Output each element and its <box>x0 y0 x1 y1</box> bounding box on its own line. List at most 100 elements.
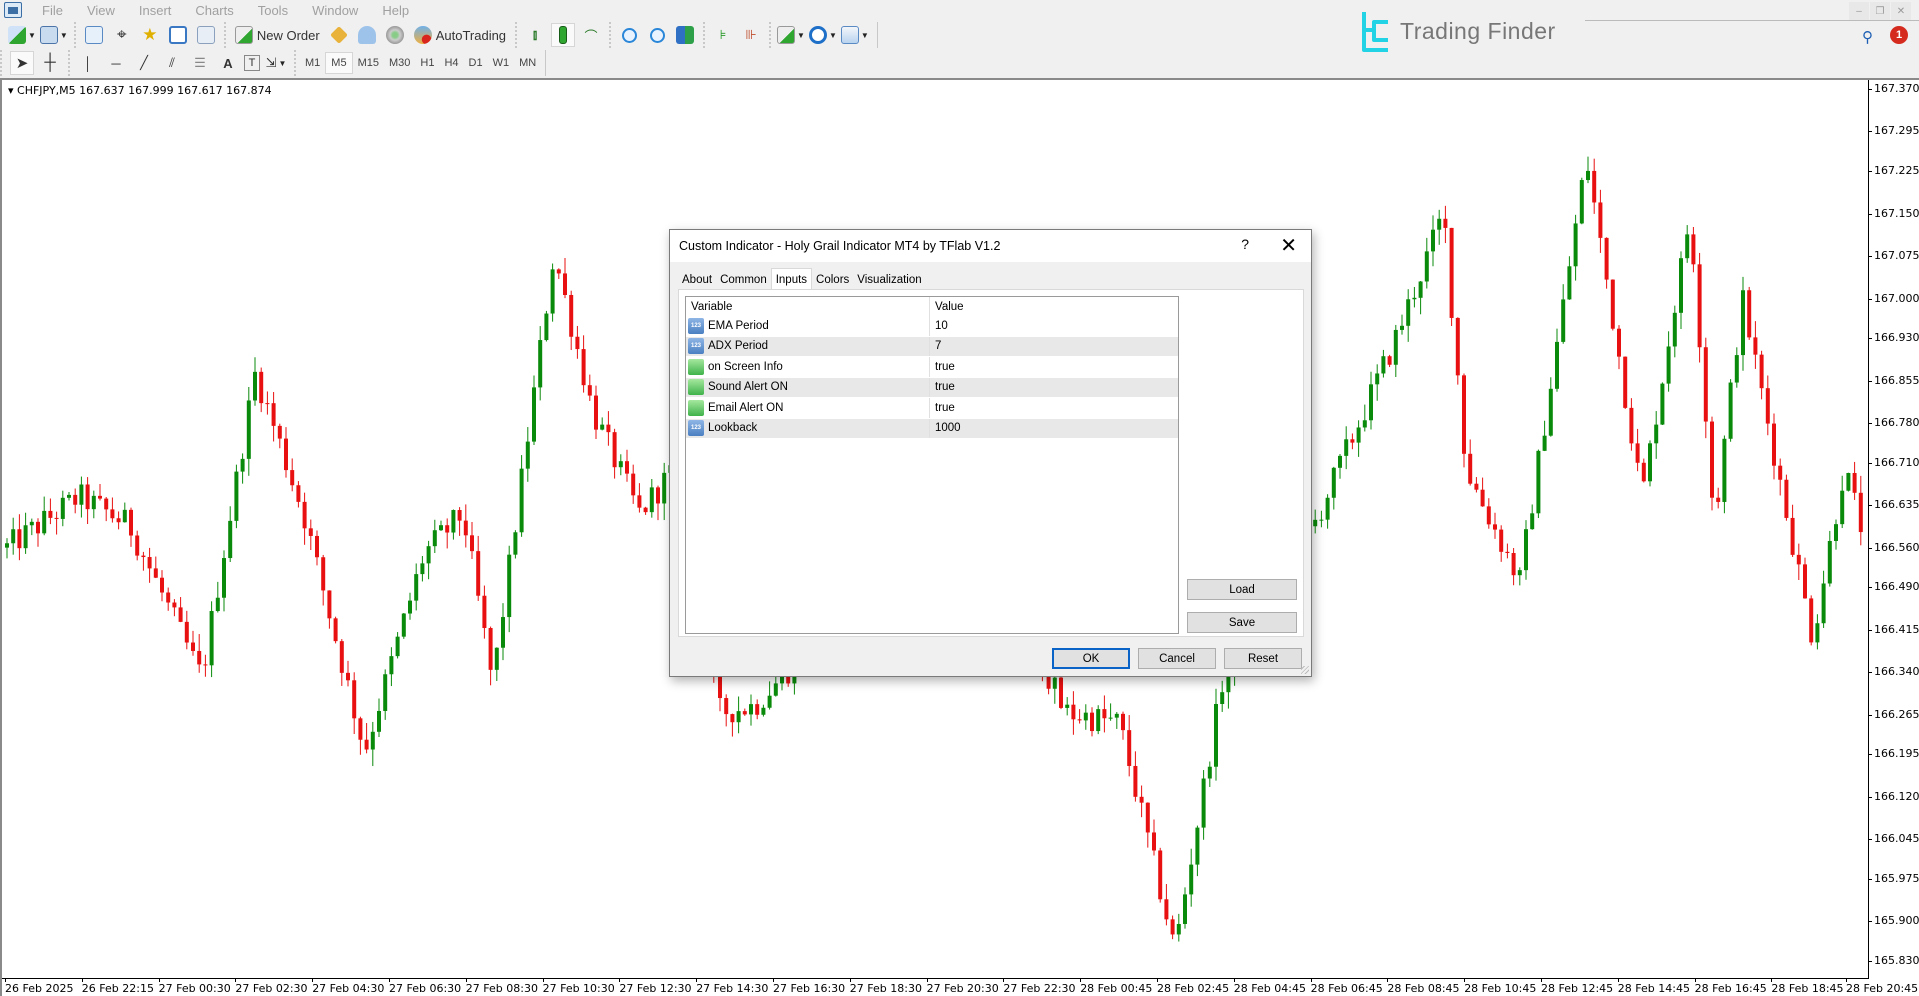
metaeditor-button[interactable] <box>327 23 351 47</box>
tab-common[interactable]: Common <box>716 270 771 289</box>
strategy-tester-button[interactable] <box>194 23 218 47</box>
vertical-line-button[interactable]: │ <box>76 51 100 75</box>
new-chart-button[interactable]: ▼ <box>8 23 36 47</box>
input-value[interactable]: 1000 <box>930 422 961 434</box>
profiles-button[interactable]: ▼ <box>39 23 68 47</box>
input-row[interactable]: on Screen Info true <box>686 357 1178 378</box>
time-label: 27 Feb 10:30 <box>542 982 615 995</box>
timeframe-m30[interactable]: M30 <box>384 52 415 74</box>
ok-button[interactable]: OK <box>1052 648 1130 669</box>
candle-bear <box>1747 286 1752 340</box>
timeframe-m5[interactable]: M5 <box>325 52 353 74</box>
timeframe-h1[interactable]: H1 <box>415 52 439 74</box>
input-value[interactable]: true <box>930 381 955 393</box>
input-value[interactable]: true <box>930 361 955 373</box>
timeframe-m15[interactable]: M15 <box>353 52 384 74</box>
favorites-button[interactable]: ★ <box>138 23 162 47</box>
templates-button[interactable]: ▼ <box>840 23 869 47</box>
horizontal-line-button[interactable]: ─ <box>104 51 128 75</box>
input-row[interactable]: 123 ADX Period 7 <box>686 336 1178 357</box>
input-row[interactable]: Sound Alert ON true <box>686 377 1178 398</box>
input-row[interactable]: 123 EMA Period 10 <box>686 316 1178 337</box>
menu-insert[interactable]: Insert <box>127 3 184 18</box>
candle-bull <box>228 506 233 563</box>
bar-chart-button[interactable]: ⫾ <box>523 23 547 47</box>
data-window-button[interactable] <box>166 23 190 47</box>
price-label: 167.370 <box>1874 82 1919 95</box>
candle-body <box>1468 453 1473 484</box>
app-icon <box>4 2 22 18</box>
candle-body <box>550 269 555 314</box>
candle-bear <box>1697 252 1702 363</box>
candle-bear <box>656 485 660 521</box>
input-value[interactable]: 7 <box>930 340 941 352</box>
menu-tools[interactable]: Tools <box>246 3 300 18</box>
candle-body <box>1071 704 1076 720</box>
text-label-button[interactable]: T <box>244 55 260 71</box>
market-watch-button[interactable] <box>82 23 106 47</box>
close-window-button[interactable]: ✕ <box>1891 2 1911 20</box>
notification-badge[interactable]: 1 <box>1890 26 1908 44</box>
tab-about[interactable]: About <box>678 270 717 289</box>
tile-windows-button[interactable] <box>673 23 697 47</box>
trendline-button[interactable]: ╱ <box>132 51 156 75</box>
equidistant-channel-button[interactable]: ⫽ <box>160 51 184 75</box>
navigator-button[interactable]: ⌖ <box>110 23 134 47</box>
candle-bear <box>1691 227 1696 273</box>
timeframe-mn[interactable]: MN <box>514 52 541 74</box>
arrows-button[interactable]: ⇲ ▼ <box>264 51 288 75</box>
search-icon[interactable]: ⚲ <box>1862 28 1873 46</box>
candle-body <box>736 711 741 723</box>
fibonacci-button[interactable]: ☰ <box>188 51 212 75</box>
radio-button[interactable] <box>383 23 407 47</box>
timeframe-m1[interactable]: M1 <box>300 52 325 74</box>
input-row[interactable]: 123 Lookback 1000 <box>686 418 1178 439</box>
cancel-button[interactable]: Cancel <box>1138 648 1216 669</box>
timeframe-w1[interactable]: W1 <box>488 52 515 74</box>
load-button[interactable]: Load <box>1187 579 1297 600</box>
menu-help[interactable]: Help <box>370 3 421 18</box>
line-chart-button[interactable]: ⌒ <box>579 23 603 47</box>
menu-file[interactable]: File <box>30 3 75 18</box>
candle-bull <box>1437 209 1442 245</box>
candle-bear <box>277 423 282 449</box>
candle-bull <box>1400 314 1404 335</box>
autotrading-button[interactable]: AutoTrading <box>411 23 509 47</box>
tab-inputs[interactable]: Inputs <box>770 268 813 289</box>
new-order-button[interactable]: New Order <box>232 23 323 47</box>
price-label: 166.195 <box>1874 747 1919 761</box>
timeframe-h4[interactable]: H4 <box>439 52 463 74</box>
resize-grip[interactable] <box>1301 666 1309 674</box>
indicators-button[interactable]: ▼ <box>777 23 805 47</box>
periods-button[interactable]: ▼ <box>808 23 837 47</box>
zoom-out-button[interactable] <box>645 23 669 47</box>
menu-charts[interactable]: Charts <box>183 3 245 18</box>
close-button[interactable]: ✕ <box>1280 233 1297 258</box>
dialog-title-bar[interactable]: Custom Indicator - Holy Grail Indicator … <box>670 230 1311 262</box>
auto-scroll-button[interactable]: ⊧ <box>711 23 735 47</box>
text-button[interactable]: A <box>216 51 240 75</box>
tab-visualization[interactable]: Visualization <box>853 270 926 289</box>
candlestick-button[interactable] <box>551 23 576 47</box>
input-row[interactable]: Email Alert ON true <box>686 398 1178 419</box>
cursor-button[interactable]: ➤ <box>10 51 34 75</box>
timeframe-d1[interactable]: D1 <box>464 52 488 74</box>
zoom-in-button[interactable] <box>617 23 641 47</box>
tab-colors[interactable]: Colors <box>812 270 854 289</box>
column-variable[interactable]: Variable <box>686 297 930 316</box>
input-value[interactable]: 10 <box>930 320 948 332</box>
signals-button[interactable] <box>355 23 379 47</box>
menu-window[interactable]: Window <box>300 3 370 18</box>
menu-view[interactable]: View <box>75 3 127 18</box>
help-button[interactable]: ? <box>1241 236 1249 252</box>
crosshair-button[interactable]: ┼ <box>38 51 62 75</box>
chart-shift-button[interactable]: ⊪ <box>739 23 763 47</box>
input-value[interactable]: true <box>930 402 955 414</box>
minimize-button[interactable]: – <box>1849 2 1869 20</box>
candle-bear <box>197 634 202 673</box>
price-label: 165.975 <box>1874 871 1919 885</box>
reset-button[interactable]: Reset <box>1224 648 1302 669</box>
column-value[interactable]: Value <box>930 301 964 313</box>
restore-button[interactable]: ❐ <box>1870 2 1890 20</box>
save-button[interactable]: Save <box>1187 612 1297 633</box>
